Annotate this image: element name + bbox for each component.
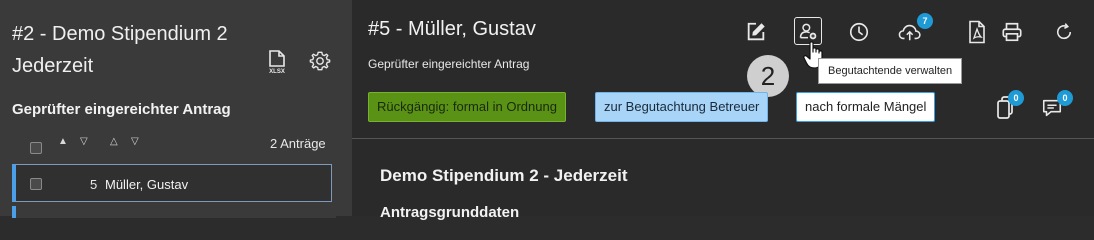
- upload-count-badge: 7: [917, 13, 933, 29]
- sort-desc-outline-icon[interactable]: ▽: [131, 136, 139, 147]
- section-title: Geprüfter eingereichter Antrag: [12, 101, 231, 118]
- edit-icon[interactable]: [744, 20, 768, 44]
- undo-formally-ok-button[interactable]: Rückgängig: formal in Ordnung: [368, 92, 566, 122]
- sort-desc-outline-icon[interactable]: ▽: [80, 136, 88, 147]
- application-title: #5 - Müller, Gustav: [368, 18, 536, 40]
- formal-deficiencies-button[interactable]: nach formale Mängel: [796, 92, 936, 122]
- list-item[interactable]: 5 Müller, Gustav: [12, 164, 332, 202]
- pdf-file-icon[interactable]: [965, 20, 989, 44]
- sort-asc-outline-icon[interactable]: △: [110, 136, 118, 147]
- print-icon[interactable]: [1000, 20, 1024, 44]
- step-marker: 2: [747, 55, 789, 97]
- to-review-supervisor-button[interactable]: zur Begutachtung Betreuer: [595, 92, 769, 122]
- document-section-heading: Antragsgrunddaten: [380, 204, 520, 221]
- row-number: 5: [90, 177, 98, 192]
- select-all-checkbox[interactable]: [30, 142, 42, 154]
- row-checkbox[interactable]: [30, 178, 42, 190]
- sidebar: #2 - Demo Stipendium 2 Jederzeit XLSX Ge…: [0, 0, 352, 218]
- document-title: Demo Stipendium 2 - Jederzeit: [380, 166, 628, 185]
- sort-asc-filled-icon[interactable]: ▲: [58, 136, 68, 147]
- application-count: 2 Anträge: [270, 136, 326, 151]
- svg-text:XLSX: XLSX: [269, 69, 285, 75]
- settings-gear-icon[interactable]: [308, 49, 332, 73]
- comments-count-badge: 0: [1057, 90, 1073, 106]
- copy-count-badge: 0: [1008, 90, 1024, 106]
- application-subtitle: Geprüfter eingereichter Antrag: [368, 57, 530, 71]
- history-clock-icon[interactable]: [847, 20, 871, 44]
- main-panel: #5 - Müller, Gustav Geprüfter eingereich…: [352, 0, 1094, 221]
- list-item-next[interactable]: [12, 206, 336, 218]
- project-title: #2 - Demo Stipendium 2 Jederzeit: [12, 23, 228, 77]
- tooltip: Begutachtende verwalten: [818, 58, 963, 84]
- row-name: Müller, Gustav: [105, 177, 189, 192]
- divider: [352, 138, 1094, 139]
- refresh-icon[interactable]: [1052, 20, 1076, 44]
- excel-export-icon[interactable]: XLSX: [266, 48, 288, 76]
